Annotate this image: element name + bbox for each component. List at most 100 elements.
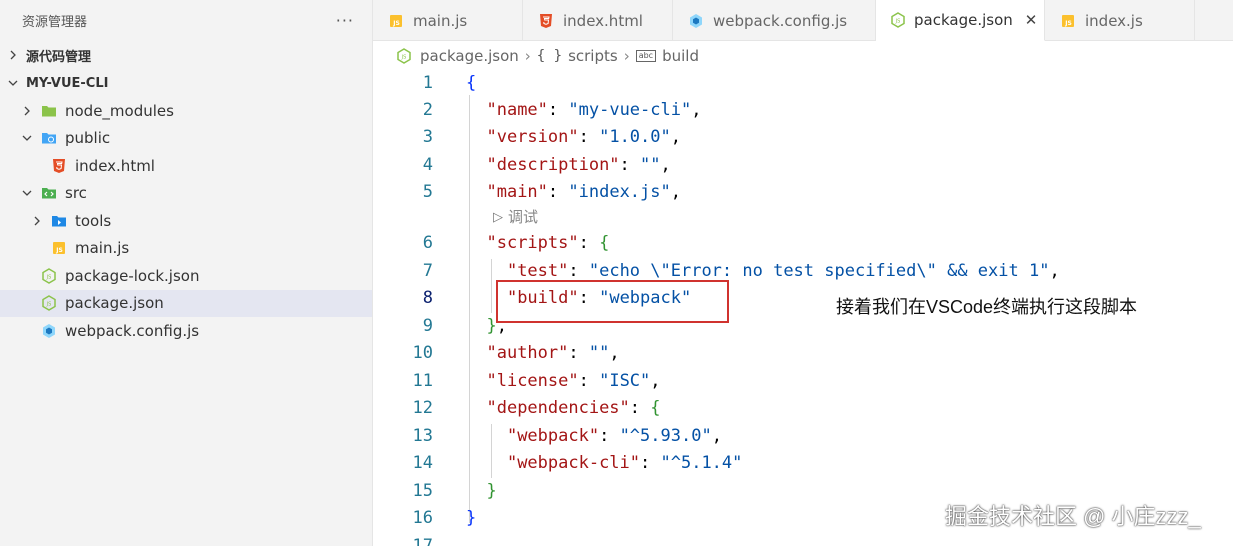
code-line-7: "test": "echo \"Error: no test specified… [506, 261, 1060, 281]
tab-main-js[interactable]: JS main.js [373, 0, 523, 41]
breadcrumb-build-label: build [662, 47, 699, 65]
breadcrumb-file[interactable]: JS package.json [395, 47, 519, 65]
tree-item-label: package.json [65, 294, 164, 313]
breadcrumb-separator: › [623, 47, 630, 65]
code-line-4: "description": "", [486, 155, 671, 175]
highlight-box [496, 280, 729, 323]
close-icon[interactable]: ✕ [1025, 11, 1038, 29]
tree-item-src[interactable]: src [0, 180, 372, 208]
tab-label: package.json [914, 11, 1013, 29]
tree-item-index-html[interactable]: index.html [0, 152, 372, 180]
line-number: 1 [422, 73, 433, 93]
svg-text:JS: JS [401, 55, 407, 61]
line-number: 7 [422, 261, 433, 281]
tree-item-public[interactable]: public [0, 125, 372, 153]
tab-webpack-config-js[interactable]: webpack.config.js [673, 0, 876, 41]
tab-label: webpack.config.js [713, 11, 848, 30]
webpack-file-icon [687, 12, 705, 30]
line-number: 9 [422, 316, 433, 336]
svg-text:JS: JS [46, 274, 52, 280]
html-file-icon [537, 12, 555, 30]
tab-index-js[interactable]: JS index.js [1045, 0, 1195, 41]
line-number: 2 [422, 100, 433, 120]
svg-text:JS: JS [392, 20, 400, 27]
code-line-10: "author": "", [486, 343, 620, 363]
webpack-file-icon [40, 322, 58, 340]
json-file-icon: JS [890, 11, 906, 29]
breadcrumb-build[interactable]: abc build [635, 47, 699, 65]
src-folder-icon [40, 184, 58, 202]
section-project[interactable]: MY-VUE-CLI [0, 69, 372, 97]
line-number: 12 [412, 398, 433, 418]
json-file-icon: JS [40, 294, 58, 312]
section-source-control[interactable]: 源代码管理 [0, 41, 372, 69]
html-file-icon [50, 157, 68, 175]
more-actions-button[interactable]: ··· [336, 11, 354, 30]
tab-package-json[interactable]: JS package.json ✕ [876, 0, 1045, 41]
code-line-5: "main": "index.js", [486, 182, 681, 202]
code-editor[interactable]: 1 2 3 4 5 6 7 8 9 10 11 12 13 14 15 16 1… [373, 71, 1233, 546]
json-file-icon: JS [395, 47, 413, 65]
string-icon: abc [635, 50, 657, 62]
line-number: 11 [412, 371, 433, 391]
chevron-down-icon [22, 185, 32, 201]
chevron-right-icon [22, 103, 32, 119]
code-line-14: "webpack-cli": "^5.1.4" [506, 453, 743, 473]
line-number: 6 [422, 233, 433, 253]
tree-item-main-js[interactable]: JS main.js [0, 235, 372, 263]
code-line-16: } [466, 508, 477, 528]
code-line-15: } [486, 481, 497, 501]
line-number: 15 [412, 481, 433, 501]
public-folder-icon [40, 129, 58, 147]
line-number: 4 [422, 155, 433, 175]
tree-item-package-lock-json[interactable]: JS package-lock.json [0, 262, 372, 290]
line-number: 14 [412, 453, 433, 473]
breadcrumb-scripts[interactable]: { } scripts [537, 47, 618, 65]
tree-item-label: webpack.config.js [65, 321, 200, 340]
tree-item-webpack-config-js[interactable]: webpack.config.js [0, 317, 372, 345]
watermark: 掘金技术社区 @ 小庄zzz_ [945, 504, 1201, 529]
code-line-6: "scripts": { [486, 233, 610, 253]
code-line-3: "version": "1.0.0", [486, 127, 681, 147]
chevron-down-icon [22, 130, 32, 146]
tab-label: main.js [413, 11, 468, 30]
explorer-sidebar: 资源管理器 ··· 源代码管理 MY-VUE-CLI node_modules … [0, 0, 373, 546]
json-file-icon: JS [40, 267, 58, 285]
breadcrumb-file-label: package.json [420, 47, 519, 65]
chevron-down-icon [8, 75, 18, 91]
breadcrumb-scripts-label: scripts [568, 47, 618, 65]
tree-item-label: tools [75, 211, 112, 230]
tree-item-label: index.html [75, 156, 155, 175]
line-number-current: 8 [422, 288, 433, 308]
line-number: 3 [422, 127, 433, 147]
editor-tab-bar: JS main.js index.html webpack.config.js … [373, 0, 1233, 41]
line-number: 13 [412, 426, 433, 446]
svg-text:JS: JS [55, 247, 63, 254]
explorer-title: 资源管理器 [22, 15, 88, 30]
tree-item-label: node_modules [65, 101, 174, 120]
js-file-icon: JS [1059, 12, 1077, 30]
line-number: 17 [412, 536, 433, 546]
svg-text:JS: JS [895, 19, 901, 25]
tree-item-label: src [65, 184, 87, 203]
code-line-11: "license": "ISC", [486, 371, 661, 391]
code-line-13: "webpack": "^5.93.0", [506, 426, 722, 446]
tree-item-tools[interactable]: tools [0, 207, 372, 235]
line-number: 16 [412, 508, 433, 528]
chevron-right-icon [32, 213, 42, 229]
chevron-right-icon [8, 47, 18, 63]
codelens-label: 调试 [508, 209, 539, 226]
object-icon: { } [536, 48, 563, 64]
breadcrumb: JS package.json › { } scripts › abc buil… [373, 41, 1233, 71]
line-number: 5 [422, 182, 433, 202]
tab-label: index.js [1085, 11, 1143, 30]
line-number: 10 [412, 343, 433, 363]
node-folder-icon [40, 102, 58, 120]
debug-codelens[interactable]: ▷ 调试 [493, 206, 538, 227]
tree-item-node-modules[interactable]: node_modules [0, 97, 372, 125]
tab-index-html[interactable]: index.html [523, 0, 673, 41]
section-label: 源代码管理 [26, 49, 92, 65]
play-icon: ▷ [493, 208, 503, 224]
tree-item-package-json[interactable]: JS package.json [0, 289, 372, 317]
svg-text:JS: JS [46, 302, 52, 308]
